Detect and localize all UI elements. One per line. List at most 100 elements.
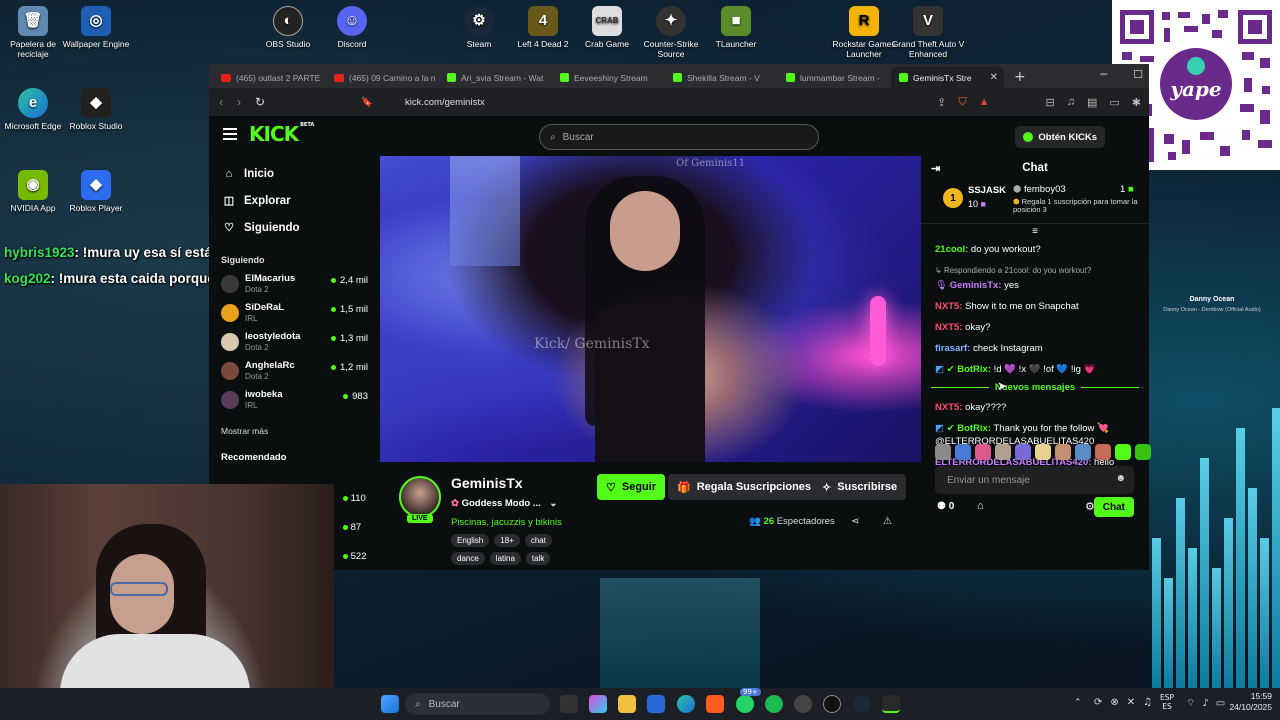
emote-icon[interactable] bbox=[1135, 444, 1151, 460]
task-view-icon[interactable] bbox=[560, 695, 578, 713]
store-icon[interactable]: ⌂ bbox=[977, 500, 984, 512]
desktop-icon-l4d2[interactable]: 4 Left 4 Dead 2 bbox=[506, 6, 580, 49]
sidebar-channel[interactable]: AnghelaRc Dota 2 1,2 mil bbox=[209, 356, 380, 385]
wallet-icon[interactable]: ▭ bbox=[1109, 96, 1119, 109]
new-tab-button[interactable]: + bbox=[1014, 69, 1026, 85]
desktop-icon-obs[interactable]: ◐ OBS Studio bbox=[251, 6, 325, 49]
brave-shield-icon[interactable]: ⛉ bbox=[958, 96, 966, 109]
app-icon[interactable] bbox=[823, 695, 841, 713]
copilot-icon[interactable] bbox=[589, 695, 607, 713]
edge-icon[interactable] bbox=[677, 695, 695, 713]
video-player[interactable]: Of Geminis11 Kick/ GeminisTx bbox=[380, 156, 921, 462]
reload-icon[interactable]: ↻ bbox=[255, 95, 265, 109]
chevron-down-icon[interactable]: ⌄ bbox=[549, 498, 557, 509]
sidebar-channel[interactable]: SiDeRaL IRL 1,5 mil bbox=[209, 298, 380, 327]
gift-subs-button[interactable]: 🎁 Regala Suscripciones bbox=[668, 474, 821, 500]
emoji-picker-icon[interactable]: ☻ bbox=[1115, 473, 1126, 484]
desktop-icon-crab-game[interactable]: CRAB Crab Game bbox=[570, 6, 644, 49]
new-messages-divider[interactable]: Nuevos mensajes bbox=[921, 382, 1149, 393]
desktop-icon-css[interactable]: ✦ Counter-Strike Source bbox=[634, 6, 708, 59]
download-icon[interactable] bbox=[882, 695, 900, 713]
tray-icons[interactable]: ⟳⊗✕♫ bbox=[1094, 697, 1160, 708]
nav-home[interactable]: ⌂ Inicio bbox=[223, 160, 380, 187]
desktop-icon-discord[interactable]: ☺ Discord bbox=[315, 6, 389, 49]
chat-send-button[interactable]: Chat bbox=[1093, 497, 1134, 517]
desktop-icon-tlauncher[interactable]: ■ TLauncher bbox=[699, 6, 773, 49]
emote-icon[interactable] bbox=[975, 444, 991, 460]
browser-tab[interactable]: (465) 09 Camino a la n bbox=[326, 67, 439, 88]
expand-leaderboard-icon[interactable]: ≡ bbox=[921, 226, 1149, 237]
desktop-icon-roblox-studio[interactable]: ◆ Roblox Studio bbox=[59, 88, 133, 131]
desktop-icon-roblox-player[interactable]: ◆ Roblox Player bbox=[59, 170, 133, 213]
bookmark-icon[interactable]: 🔖 bbox=[361, 97, 373, 108]
stream-category[interactable]: Piscinas, jacuzzis y bikinis bbox=[451, 517, 562, 528]
emote-icon[interactable] bbox=[1075, 444, 1091, 460]
browser-tab[interactable]: Shekilla Stream - V bbox=[665, 67, 778, 88]
steam-icon[interactable] bbox=[853, 695, 871, 713]
tag[interactable]: dance bbox=[451, 552, 485, 565]
tag[interactable]: latina bbox=[489, 552, 521, 565]
share-icon[interactable]: ⋖ bbox=[851, 516, 859, 527]
desktop-icon-rockstar[interactable]: R Rockstar Games Launcher bbox=[827, 6, 901, 59]
kicks-balance[interactable]: ⚉ 0 bbox=[937, 501, 954, 512]
whatsapp-icon[interactable] bbox=[736, 695, 754, 713]
get-kicks-button[interactable]: Obtén KICKs bbox=[1015, 126, 1105, 148]
menu-icon[interactable] bbox=[223, 128, 237, 140]
follow-button[interactable]: ♡ Seguir bbox=[597, 474, 666, 500]
desktop-icon-steam[interactable]: ⚙ Steam bbox=[442, 6, 516, 49]
chat-message-input[interactable]: Enviar un mensaje ☻ bbox=[935, 466, 1134, 494]
nav-explore[interactable]: ◫ Explorar bbox=[223, 187, 380, 214]
forward-arrow-icon[interactable]: › bbox=[237, 95, 241, 109]
warning-icon[interactable]: ▲ bbox=[979, 96, 990, 109]
panel-icon[interactable]: ▤ bbox=[1087, 96, 1097, 109]
tag[interactable]: chat bbox=[524, 534, 552, 547]
sidebar-channel[interactable]: iwobeka IRL 983 bbox=[209, 385, 380, 414]
windows-start-icon[interactable] bbox=[381, 695, 399, 713]
spotify-icon[interactable] bbox=[765, 695, 783, 713]
maximize-icon[interactable]: ☐ bbox=[1133, 68, 1143, 81]
browser-tab[interactable]: lummambar Stream - bbox=[778, 67, 891, 88]
show-more-link[interactable]: Mostrar más bbox=[221, 426, 380, 436]
emote-icon[interactable] bbox=[1115, 444, 1131, 460]
brave-icon[interactable] bbox=[706, 695, 724, 713]
extensions-icon[interactable]: ✱ bbox=[1132, 96, 1141, 109]
emote-icon[interactable] bbox=[1035, 444, 1051, 460]
store-icon[interactable] bbox=[647, 695, 665, 713]
subscribe-button[interactable]: ✧ Suscribirse bbox=[813, 474, 907, 500]
minimize-icon[interactable]: ─ bbox=[1101, 68, 1108, 81]
channel-avatar[interactable] bbox=[399, 476, 441, 518]
sidebar-channel[interactable]: leostyledota Dota 2 1,3 mil bbox=[209, 327, 380, 356]
collapse-chat-icon[interactable]: ⇥ bbox=[931, 162, 940, 175]
desktop-icon-gta5[interactable]: V Grand Theft Auto V Enhanced bbox=[891, 6, 965, 59]
url-field[interactable]: kick.com/geministx bbox=[405, 97, 485, 108]
report-icon[interactable]: ⚠ bbox=[883, 516, 892, 527]
music-icon[interactable]: ♫ bbox=[1067, 96, 1075, 109]
browser-tab[interactable]: Ari_svia Stream - Wat bbox=[439, 67, 552, 88]
share-icon[interactable]: ⇪ bbox=[937, 96, 946, 109]
desktop-icon-wallpaper-engine[interactable]: ◎ Wallpaper Engine bbox=[59, 6, 133, 49]
tray-chevron-icon[interactable]: ⌃ bbox=[1074, 698, 1082, 708]
channel-name[interactable]: GeminisTx bbox=[451, 475, 523, 491]
taskbar-search[interactable]: ⌕ Buscar bbox=[405, 693, 550, 715]
network-volume-battery-icons[interactable]: ⌔♪▭ bbox=[1186, 697, 1232, 710]
emote-icon[interactable] bbox=[1015, 444, 1031, 460]
emote-icon[interactable] bbox=[995, 444, 1011, 460]
emote-icon[interactable] bbox=[955, 444, 971, 460]
emote-icon[interactable] bbox=[1095, 444, 1111, 460]
sidebar-channel[interactable]: ElMacarius Dota 2 2,4 mil bbox=[209, 269, 380, 298]
file-explorer-icon[interactable] bbox=[618, 695, 636, 713]
kick-logo[interactable]: KICK BETA bbox=[249, 122, 314, 146]
clock[interactable]: 15:59 24/10/2025 bbox=[1229, 691, 1272, 713]
sidebar-icon[interactable]: ⊟ bbox=[1046, 96, 1055, 109]
browser-tab[interactable]: (465) outlast 2 PARTE bbox=[213, 67, 326, 88]
tag[interactable]: talk bbox=[525, 552, 551, 565]
browser-tab-active[interactable]: GeminisTx Stre ✕ bbox=[891, 67, 1004, 88]
back-arrow-icon[interactable]: ‹ bbox=[219, 95, 223, 109]
obs-icon[interactable] bbox=[794, 695, 812, 713]
emote-icon[interactable] bbox=[1055, 444, 1071, 460]
tag[interactable]: English bbox=[451, 534, 490, 547]
nav-following[interactable]: ♡ Siguiendo bbox=[223, 214, 380, 241]
browser-tab[interactable]: Eeveeshiny Stream bbox=[552, 67, 665, 88]
stream-title[interactable]: ✿ Goddess Modo ... ⌄ bbox=[451, 498, 557, 509]
emote-icon[interactable] bbox=[935, 444, 951, 460]
